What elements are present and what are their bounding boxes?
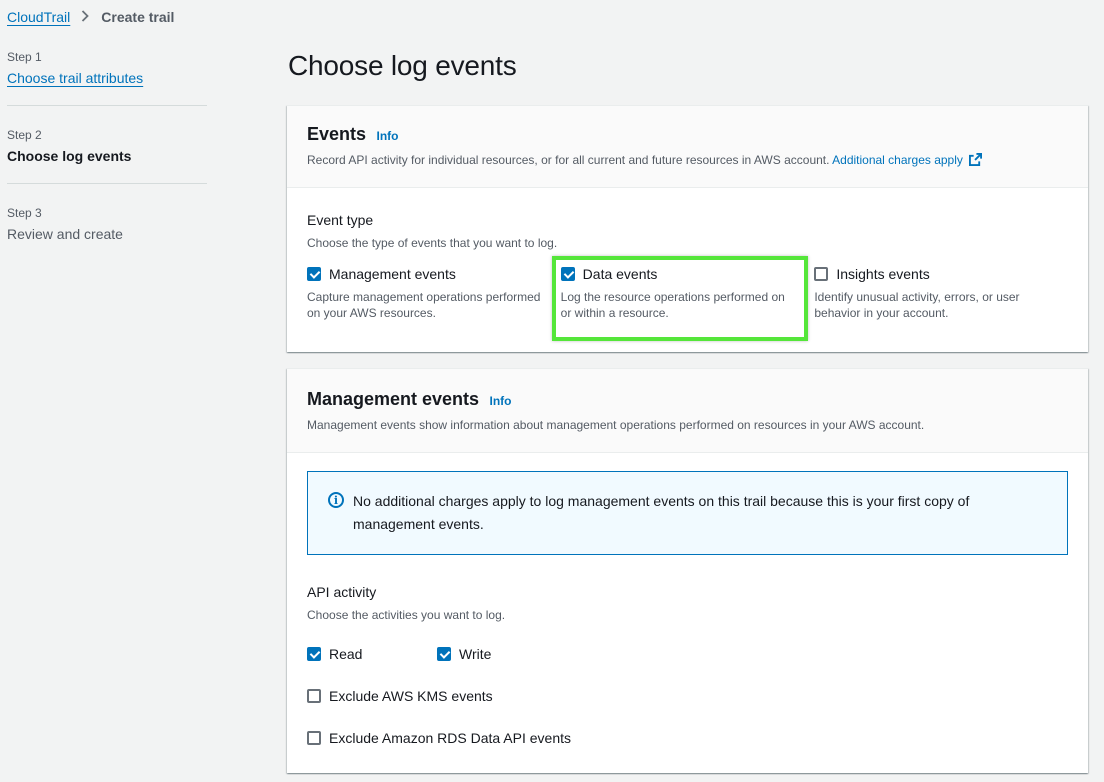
management-panel-description: Management events show information about… xyxy=(307,418,925,432)
exclude-rds-label: Exclude Amazon RDS Data API events xyxy=(329,730,572,746)
exclude-rds-checkbox-row[interactable]: Exclude Amazon RDS Data API events xyxy=(307,730,1068,746)
insights-events-label: Insights events xyxy=(836,266,930,282)
api-activity-label: API activity xyxy=(307,584,377,600)
write-checkbox[interactable] xyxy=(437,647,451,661)
insights-events-checkbox-row[interactable]: Insights events xyxy=(814,266,1068,282)
exclude-kms-label: Exclude AWS KMS events xyxy=(329,688,493,704)
exclude-kms-checkbox-row[interactable]: Exclude AWS KMS events xyxy=(307,688,1068,704)
event-type-description: Choose the type of events that you want … xyxy=(307,236,558,250)
management-panel-header: Management events Info Management events… xyxy=(287,369,1088,453)
page-title: Choose log events xyxy=(288,50,517,81)
step-number: Step 3 xyxy=(7,206,42,220)
breadcrumb: CloudTrail Create trail xyxy=(7,9,174,25)
step-3: Step 3 Review and create xyxy=(7,206,207,261)
step-1: Step 1 Choose trail attributes xyxy=(7,50,207,106)
breadcrumb-cloudtrail-link[interactable]: CloudTrail xyxy=(7,9,70,25)
management-events-description: Capture management operations performed … xyxy=(307,290,541,320)
management-events-label: Management events xyxy=(329,266,456,282)
data-events-checkbox[interactable] xyxy=(560,267,575,281)
data-events-option: Data events Log the resource operations … xyxy=(560,266,815,321)
events-info-link[interactable]: Info xyxy=(376,129,398,143)
management-info-link[interactable]: Info xyxy=(490,394,512,408)
read-checkbox-row[interactable]: Read xyxy=(307,646,437,662)
event-type-options: Management events Capture management ope… xyxy=(307,266,1068,321)
info-alert-text: No additional charges apply to log manag… xyxy=(353,493,970,532)
read-label: Read xyxy=(329,646,363,662)
management-events-panel: Management events Info Management events… xyxy=(287,368,1088,773)
step-number: Step 1 xyxy=(7,50,42,64)
data-events-label: Data events xyxy=(582,266,658,282)
management-events-checkbox[interactable] xyxy=(307,267,321,281)
additional-charges-label: Additional charges apply xyxy=(832,153,963,167)
exclude-kms-checkbox[interactable] xyxy=(307,689,321,703)
step-3-title: Review and create xyxy=(7,226,123,242)
chevron-right-icon xyxy=(81,9,90,25)
step-1-link[interactable]: Choose trail attributes xyxy=(7,70,143,86)
step-2: Step 2 Choose log events xyxy=(7,128,207,184)
event-type-label: Event type xyxy=(307,212,374,228)
api-activity-description: Choose the activities you want to log. xyxy=(307,608,506,622)
events-panel-title: Events xyxy=(307,124,367,144)
events-panel-body: Event type Choose the type of events tha… xyxy=(287,188,1088,341)
info-icon: i xyxy=(328,492,344,508)
write-checkbox-row[interactable]: Write xyxy=(437,646,491,662)
external-link-icon xyxy=(968,153,982,166)
events-panel-header: Events Info Record API activity for indi… xyxy=(287,106,1088,188)
exclude-rds-checkbox[interactable] xyxy=(307,731,321,745)
insights-events-option: Insights events Identify unusual activit… xyxy=(814,266,1068,321)
management-events-option: Management events Capture management ope… xyxy=(307,266,561,321)
management-panel-body: i No additional charges apply to log man… xyxy=(287,453,1088,766)
step-number: Step 2 xyxy=(7,128,42,142)
management-panel-title: Management events xyxy=(307,389,480,409)
events-panel-description: Record API activity for individual resou… xyxy=(307,153,1068,167)
breadcrumb-current: Create trail xyxy=(101,9,175,25)
api-activity-options: Read Write xyxy=(307,646,1068,662)
data-events-description: Log the resource operations performed on… xyxy=(560,290,785,320)
wizard-steps: Step 1 Choose trail attributes Step 2 Ch… xyxy=(7,50,207,283)
info-alert: i No additional charges apply to log man… xyxy=(307,471,1068,555)
additional-charges-link[interactable]: Additional charges apply xyxy=(832,153,982,167)
write-label: Write xyxy=(459,646,492,662)
insights-events-description: Identify unusual activity, errors, or us… xyxy=(814,290,1020,320)
read-checkbox[interactable] xyxy=(307,647,321,661)
insights-events-checkbox[interactable] xyxy=(814,267,829,281)
events-panel: Events Info Record API activity for indi… xyxy=(287,105,1088,352)
events-description-text: Record API activity for individual resou… xyxy=(307,153,830,167)
data-events-checkbox-row[interactable]: Data events xyxy=(560,266,815,282)
step-2-title: Choose log events xyxy=(7,148,132,164)
management-events-checkbox-row[interactable]: Management events xyxy=(307,266,561,282)
